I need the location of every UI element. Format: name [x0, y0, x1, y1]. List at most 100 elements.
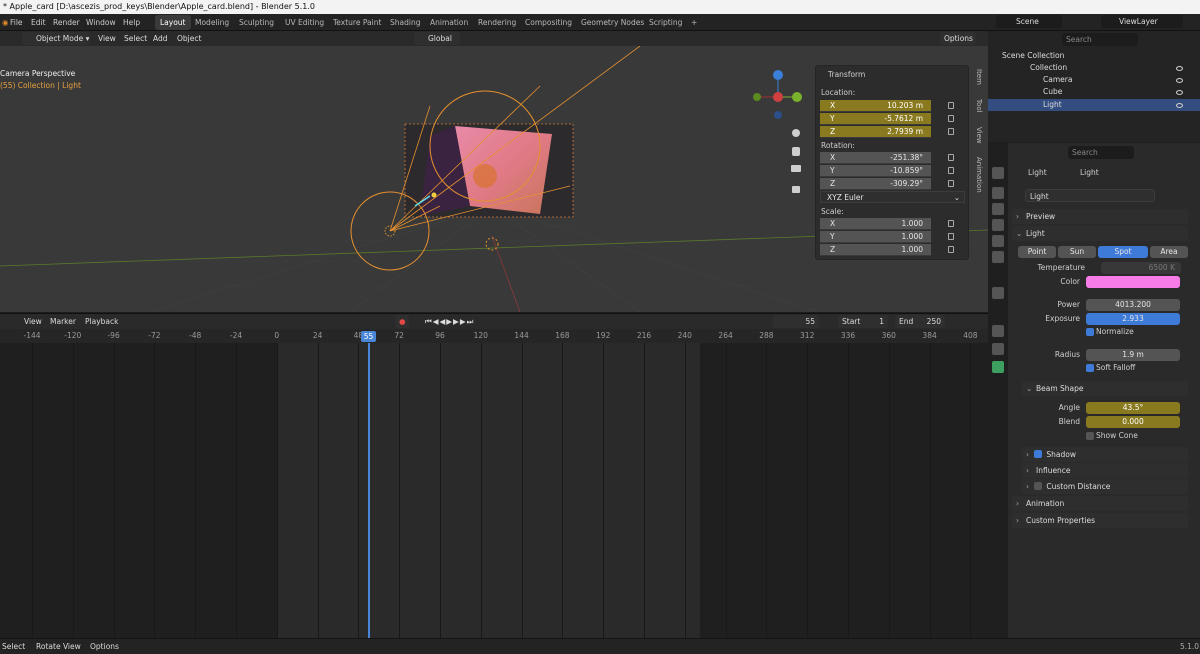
- scale-x-field[interactable]: X 1.000: [820, 218, 931, 230]
- menu-help[interactable]: Help: [123, 14, 140, 31]
- menu-file[interactable]: File: [10, 14, 23, 31]
- radius-field[interactable]: 1.9 m: [1086, 349, 1180, 361]
- timeline-area[interactable]: [0, 343, 988, 638]
- location-z-field[interactable]: Z 2.7939 m: [820, 126, 931, 138]
- eye-icon[interactable]: [1176, 103, 1183, 108]
- lock-icon[interactable]: [948, 246, 954, 253]
- blend-field[interactable]: 0.000: [1086, 416, 1180, 428]
- power-field[interactable]: 4013.200: [1086, 299, 1180, 311]
- view-layer-tab-icon[interactable]: [992, 219, 1004, 231]
- tab-texture-paint[interactable]: Texture Paint: [328, 15, 386, 30]
- lock-icon[interactable]: [948, 115, 954, 122]
- lock-icon[interactable]: [948, 167, 954, 174]
- menu-add[interactable]: Add: [153, 32, 168, 45]
- viewport-tools[interactable]: [791, 129, 801, 193]
- navigation-gizmo[interactable]: [753, 70, 802, 119]
- collection-row[interactable]: Collection: [988, 62, 1200, 74]
- light-datablock-field[interactable]: Light: [1025, 189, 1155, 202]
- soft-falloff-checkbox[interactable]: [1086, 364, 1094, 372]
- lock-icon[interactable]: [948, 154, 954, 161]
- rotation-x-field[interactable]: X -251.38°: [820, 152, 931, 164]
- scene-collection-row[interactable]: Scene Collection: [988, 50, 1200, 62]
- playhead-line[interactable]: [368, 343, 370, 638]
- angle-field[interactable]: 43.5°: [1086, 402, 1180, 414]
- tab-layout[interactable]: Layout: [155, 15, 191, 30]
- properties-search-input[interactable]: Search: [1068, 146, 1134, 159]
- influence-section[interactable]: › Influence: [1022, 463, 1188, 478]
- end-frame-field[interactable]: End 250: [895, 315, 945, 328]
- start-frame-field[interactable]: Start 1: [838, 315, 888, 328]
- menu-render[interactable]: Render: [53, 14, 80, 31]
- menu-select[interactable]: Select: [124, 32, 147, 45]
- outliner-search-input[interactable]: Search: [1062, 33, 1138, 46]
- rotation-z-field[interactable]: Z -309.29°: [820, 178, 931, 190]
- shadow-section[interactable]: › Shadow: [1022, 447, 1188, 462]
- current-frame-field[interactable]: 55: [773, 315, 819, 328]
- tab-scripting[interactable]: Scripting: [644, 15, 687, 30]
- eye-icon[interactable]: [1176, 66, 1183, 71]
- tool-tab-icon[interactable]: [992, 167, 1004, 179]
- orientation-dropdown[interactable]: Global: [414, 32, 460, 45]
- timeline-menu-view[interactable]: View: [24, 315, 42, 328]
- add-workspace-button[interactable]: +: [686, 15, 702, 30]
- light-type-sun[interactable]: Sun: [1058, 246, 1096, 258]
- show-cone-checkbox[interactable]: [1086, 432, 1094, 440]
- eye-icon[interactable]: [1176, 90, 1183, 95]
- menu-object[interactable]: Object: [177, 32, 201, 45]
- record-icon[interactable]: ●: [395, 315, 409, 328]
- preview-section[interactable]: › Preview: [1012, 209, 1188, 224]
- light-type-area[interactable]: Area: [1150, 246, 1188, 258]
- scale-z-field[interactable]: Z 1.000: [820, 244, 931, 256]
- scale-y-field[interactable]: Y 1.000: [820, 231, 931, 243]
- timeline-menu-playback[interactable]: Playback: [85, 315, 118, 328]
- tab-animation[interactable]: Animation: [973, 157, 983, 193]
- lock-icon[interactable]: [948, 233, 954, 240]
- scene-tab-icon[interactable]: [992, 235, 1004, 247]
- tab-geometry-nodes[interactable]: Geometry Nodes: [576, 15, 649, 30]
- blender-logo-icon[interactable]: ◉: [2, 14, 9, 31]
- location-y-field[interactable]: Y -5.7612 m: [820, 113, 931, 125]
- scene-selector[interactable]: Scene: [996, 15, 1062, 28]
- tab-sculpting[interactable]: Sculpting: [234, 15, 279, 30]
- menu-edit[interactable]: Edit: [31, 14, 46, 31]
- light-section[interactable]: ⌄ Light: [1012, 226, 1188, 241]
- light-type-spot[interactable]: Spot: [1098, 246, 1148, 258]
- menu-view[interactable]: View: [98, 32, 116, 45]
- light-handle[interactable]: [431, 192, 437, 198]
- object-tab-icon[interactable]: [992, 287, 1004, 299]
- object-mode-dropdown[interactable]: Object Mode ▾: [22, 32, 90, 45]
- render-tab-icon[interactable]: [992, 187, 1004, 199]
- temperature-field[interactable]: 6500 K: [1101, 262, 1181, 274]
- viewlayer-selector[interactable]: ViewLayer: [1101, 15, 1183, 28]
- lock-icon[interactable]: [948, 220, 954, 227]
- custom-distance-section[interactable]: › Custom Distance: [1022, 479, 1188, 494]
- menu-window[interactable]: Window: [86, 14, 116, 31]
- apple-card-mesh[interactable]: [455, 126, 552, 214]
- color-swatch[interactable]: [1086, 276, 1180, 288]
- lock-icon[interactable]: [948, 102, 954, 109]
- physics-tab-icon[interactable]: [992, 325, 1004, 337]
- constraints-tab-icon[interactable]: [992, 343, 1004, 355]
- tab-modeling[interactable]: Modeling: [190, 15, 234, 30]
- tab-shading[interactable]: Shading: [385, 15, 425, 30]
- rotation-y-field[interactable]: Y -10.859°: [820, 165, 931, 177]
- exposure-field[interactable]: 2.933: [1086, 313, 1180, 325]
- timeline-ruler[interactable]: -144 -120 -96 -72 -48 -24 0 24 48 72 96 120 144 168 19…: [0, 329, 988, 343]
- tab-compositing[interactable]: Compositing: [520, 15, 577, 30]
- tab-view[interactable]: View: [973, 127, 983, 144]
- animation-section[interactable]: › Animation: [1012, 496, 1188, 511]
- timeline-menu-marker[interactable]: Marker: [50, 315, 76, 328]
- transform-title[interactable]: Transform: [828, 70, 865, 79]
- lock-icon[interactable]: [948, 128, 954, 135]
- lock-icon[interactable]: [948, 180, 954, 187]
- playhead-frame-badge[interactable]: 55: [361, 331, 376, 342]
- custom-properties-section[interactable]: › Custom Properties: [1012, 513, 1188, 528]
- playback-controls[interactable]: ⏮◀◀▶▶▶⏭: [425, 315, 474, 328]
- eye-icon[interactable]: [1176, 78, 1183, 83]
- tab-item[interactable]: Item: [973, 69, 983, 85]
- tab-uv-editing[interactable]: UV Editing: [280, 15, 329, 30]
- light-data-tab-icon[interactable]: [992, 361, 1004, 373]
- tab-animation[interactable]: Animation: [425, 15, 473, 30]
- outliner-item-camera[interactable]: Camera: [988, 74, 1200, 86]
- tab-rendering[interactable]: Rendering: [473, 15, 521, 30]
